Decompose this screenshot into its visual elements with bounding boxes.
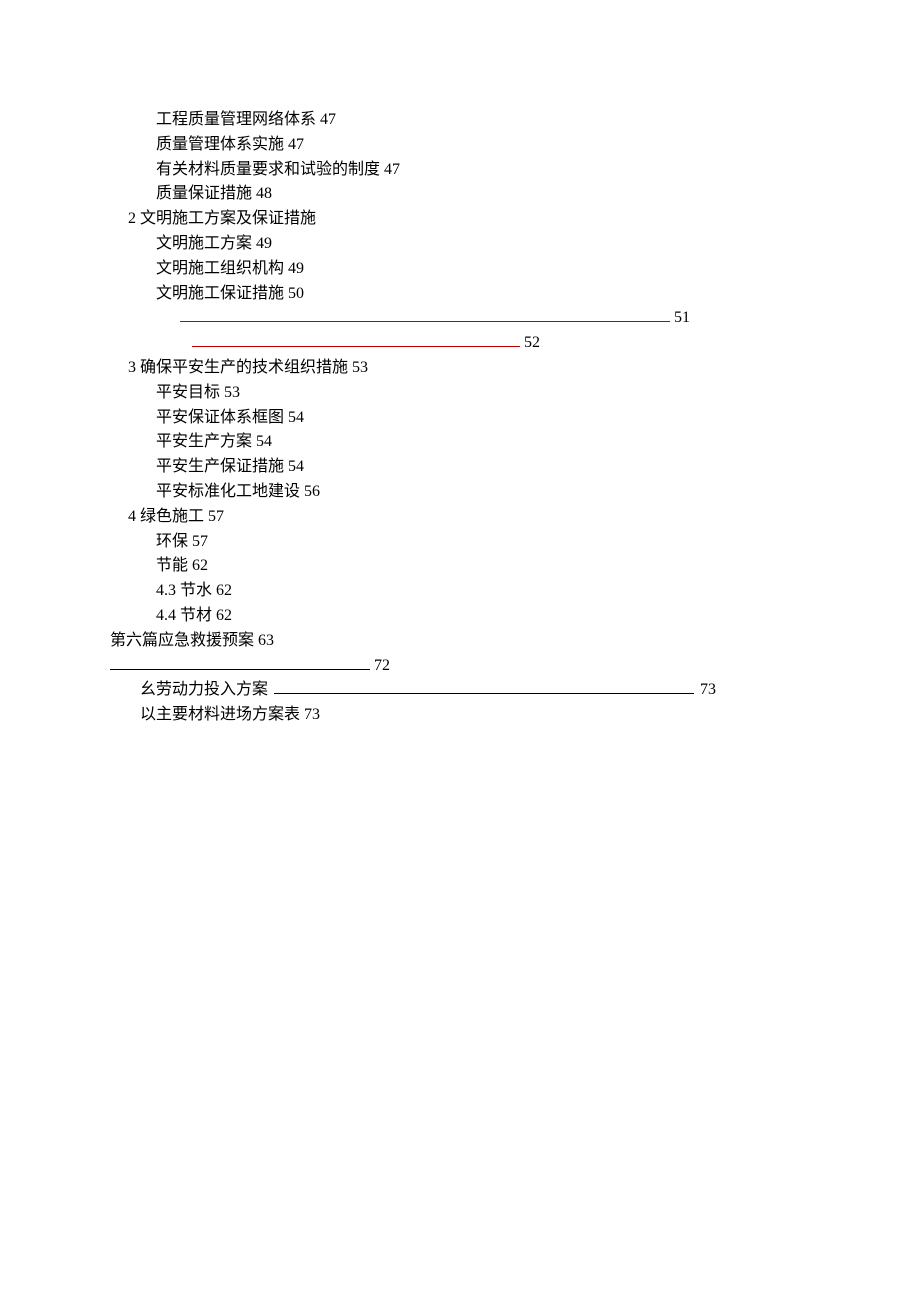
toc-line: 节能 62 (110, 554, 920, 579)
toc-line: 文明施工组织机构 49 (110, 257, 920, 282)
toc-line: 平安生产方案 54 (110, 430, 920, 455)
underline-black (110, 655, 370, 670)
underline-red (192, 332, 520, 347)
page-number: 72 (374, 657, 390, 674)
toc-section-2: 2 文明施工方案及保证措施 48 (110, 207, 920, 232)
toc-line: 有关材料质量要求和试验的制度 47 (110, 158, 920, 183)
toc-blank-line-51: 51 (110, 306, 920, 331)
toc-blank-line-72: 72 (110, 654, 920, 679)
toc-line: 平安标准化工地建设 56 (110, 480, 920, 505)
toc-line: 平安保证体系框图 54 (110, 406, 920, 431)
toc-section-2-title: 2 文明施工方案及保证措施 (128, 210, 316, 227)
toc-line: 质量保证措施 48 (110, 182, 920, 207)
toc-section-4: 4 绿色施工 57 (110, 505, 920, 530)
toc-line: 4.3 节水 62 (110, 579, 920, 604)
toc-labor-line: 幺劳动力投入方案 73 (110, 678, 920, 703)
underline-red (180, 307, 670, 322)
toc-line: 文明施工保证措施 50 (110, 282, 920, 307)
toc-line: 环保 57 (110, 530, 920, 555)
underline-black (274, 679, 694, 694)
toc-line: 质量管理体系实施 47 (110, 133, 920, 158)
toc-line: 工程质量管理网络体系 47 (110, 108, 920, 133)
toc-line: 文明施工方案 49 (110, 232, 920, 257)
toc-line: 以主要材料进场方案表 73 (110, 703, 920, 728)
page-number: 51 (674, 309, 690, 326)
page-number: 52 (524, 334, 540, 351)
toc-line: 平安生产保证措施 54 (110, 455, 920, 480)
toc-line: 平安目标 53 (110, 381, 920, 406)
toc-chapter-6: 第六篇应急救援预案 63 (110, 629, 920, 654)
page-number: 73 (700, 681, 716, 698)
toc-section-3: 3 确保平安生产的技术组织措施 53 (110, 356, 920, 381)
toc-labor-label: 幺劳动力投入方案 (140, 681, 268, 698)
toc-blank-line-52: 52 (110, 331, 920, 356)
toc-line: 4.4 节材 62 (110, 604, 920, 629)
